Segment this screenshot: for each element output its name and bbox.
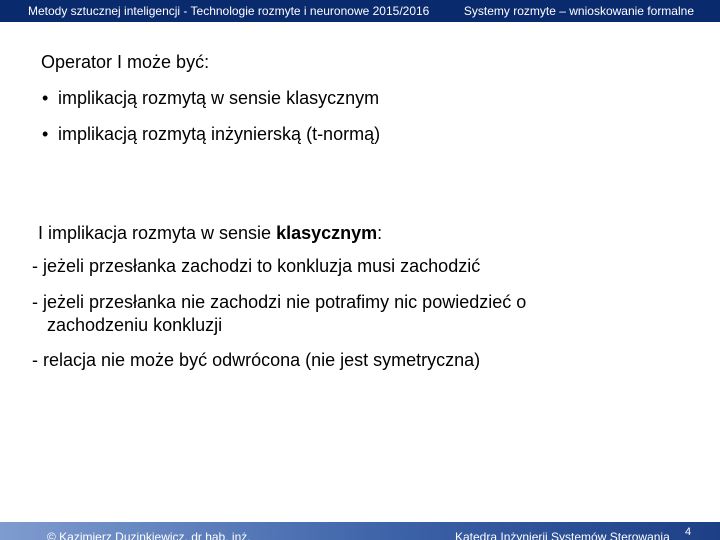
bullet-icon: • (42, 124, 49, 144)
bullet-text: implikacją rozmytą w sensie klasycznym (58, 88, 380, 108)
bullet-item-classical: • implikacją rozmytą w sensie klasycznym (42, 87, 379, 109)
rule-item-2-continuation: zachodzeniu konkluzji (47, 315, 223, 335)
bullet-icon: • (42, 88, 49, 108)
intro-text: I implikacja rozmyta w sensie (38, 223, 277, 243)
intro-bold-term: klasycznym (276, 223, 378, 243)
slide-content: Operator I może być: • implikacją rozmytą… (0, 0, 720, 540)
bullet-item-engineering: • implikacją rozmytą inżynierską (t-normą… (42, 123, 380, 145)
bullet-text: implikacją rozmytą inżynierską (t-normą) (58, 124, 381, 144)
section1-title: Operator I może być: (41, 52, 210, 72)
footer-department: Katedra Inżynierii Systemów Sterowania (455, 530, 670, 540)
section2-intro: I implikacja rozmyta w sensie klasycznym… (38, 222, 382, 244)
page-number: 4 (685, 526, 692, 538)
rule-item-2: - jeżeli przesłanka nie zachodzi nie pot… (32, 292, 527, 312)
slide-footer: © Kazimierz Duzinkiewicz, dr hab. inż. K… (0, 522, 720, 540)
footer-author: © Kazimierz Duzinkiewicz, dr hab. inż. (47, 530, 251, 540)
rule-item-1: - jeżeli przesłanka zachodzi to konkluzj… (32, 256, 481, 276)
rule-item-3: - relacja nie może być odwrócona (nie je… (32, 350, 481, 370)
intro-colon: : (377, 223, 383, 243)
